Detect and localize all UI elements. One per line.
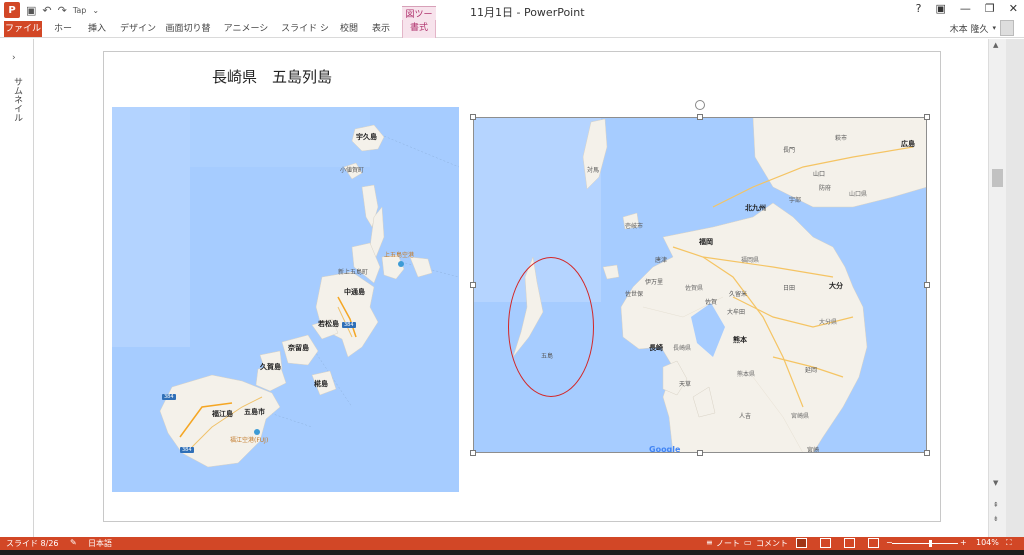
window-controls: ? ▣ — ❐ ✕ [916, 2, 1018, 15]
minimize-button[interactable]: — [960, 2, 971, 15]
tab-design[interactable]: デザイン [120, 21, 156, 37]
slide-show-button[interactable] [868, 538, 879, 548]
next-slide-icon[interactable]: ⇟ [993, 515, 999, 523]
annotation-ellipse[interactable] [508, 257, 594, 397]
label-shinkamigoto: 新上五島町 [338, 269, 369, 276]
scroll-thumb[interactable] [992, 169, 1003, 187]
tab-file[interactable]: ファイル [4, 21, 42, 37]
tab-insert[interactable]: 挿入 [86, 21, 108, 37]
resize-handle-s[interactable] [697, 450, 703, 456]
title-bar: P ▣ ↶ ↷ Tap ⌄ 図ツール 11月1日 - PowerPoint ? … [0, 0, 1024, 33]
label-nakadori: 中通島 [344, 288, 365, 296]
slide-sorter-button[interactable] [820, 538, 831, 548]
fit-slide-icon[interactable]: ⛶ [1006, 538, 1012, 548]
goto-islands-map-graphic [112, 107, 459, 492]
slide-title[interactable]: 長崎県 五島列島 [212, 66, 332, 87]
resize-handle-w[interactable] [470, 282, 476, 288]
reading-view-button[interactable] [844, 538, 855, 548]
road-shield: 384 [182, 447, 192, 453]
powerpoint-logo-icon: P [4, 2, 20, 18]
chevron-down-icon: ▾ [992, 24, 996, 32]
label-fukue-airport: 福江空港(FUJ) [230, 437, 269, 444]
road-shield: 384 [344, 322, 354, 328]
zoom-in-button[interactable]: + [960, 538, 967, 547]
restore-button[interactable]: ❐ [985, 2, 995, 15]
slide-counter[interactable]: スライド 8/26 [6, 538, 59, 549]
label-goto-city: 五島市 [244, 408, 265, 416]
label-kamigoto-airport: 上五島空港 [384, 252, 415, 259]
ribbon-display-options-button[interactable]: ▣ [936, 2, 946, 15]
thumbnail-pane: › サムネイル [0, 39, 34, 537]
tab-review[interactable]: 校閲 [338, 21, 360, 37]
quick-access-toolbar: P ▣ ↶ ↷ Tap ⌄ [4, 2, 99, 18]
resize-handle-se[interactable] [924, 450, 930, 456]
resize-handle-nw[interactable] [470, 114, 476, 120]
workspace: › サムネイル 長崎県 五島列島 宇久島 小値賀町 上五島空港 新上五島町 中通… [0, 39, 1024, 537]
resize-handle-ne[interactable] [924, 114, 930, 120]
slide-canvas[interactable]: 長崎県 五島列島 宇久島 小値賀町 上五島空港 新上五島町 中通島 若松島 奈留… [103, 51, 941, 522]
label-ojika: 小値賀町 [340, 167, 365, 174]
resize-handle-n[interactable] [697, 114, 703, 120]
rotate-handle[interactable] [695, 100, 705, 110]
language-indicator[interactable]: 日本語 [88, 538, 112, 549]
vertical-scrollbar[interactable]: ▲ ▼ ⇞ ⇟ [988, 39, 1006, 537]
goto-islands-map[interactable]: 宇久島 小値賀町 上五島空港 新上五島町 中通島 若松島 奈留島 久賀島 椛島 … [112, 107, 459, 492]
zoom-slider[interactable] [892, 543, 958, 544]
powerpoint-window: P ▣ ↶ ↷ Tap ⌄ 図ツール 11月1日 - PowerPoint ? … [0, 0, 1024, 555]
taskbar [0, 550, 1024, 555]
expand-thumbnails-icon[interactable]: › [12, 53, 16, 63]
redo-icon[interactable]: ↷ [58, 4, 67, 17]
label-hisaka: 久賀島 [260, 363, 281, 371]
label-ukujima: 宇久島 [356, 133, 377, 141]
resize-handle-e[interactable] [924, 282, 930, 288]
thumbnail-label: サムネイル [12, 77, 22, 122]
ribbon-tabs: ファイル ホーム 挿入 デザイン 画面切り替え アニメーション スライド ショー… [0, 20, 1024, 50]
scroll-down-icon[interactable]: ▼ [993, 479, 998, 487]
road-shield: 384 [164, 394, 174, 400]
user-name: 木本 隆久 [949, 24, 989, 35]
tab-transitions[interactable]: 画面切り替え [164, 21, 212, 50]
label-kabashima: 椛島 [314, 380, 328, 388]
avatar [1000, 20, 1014, 36]
close-button[interactable]: ✕ [1009, 2, 1018, 15]
tab-slide-show[interactable]: スライド ショー [280, 21, 330, 50]
notes-icon[interactable]: ≡ [706, 538, 713, 547]
user-account[interactable]: 木本 隆久 ▾ [950, 20, 1014, 36]
save-icon[interactable]: ▣ [26, 4, 36, 17]
resize-handle-sw[interactable] [470, 450, 476, 456]
tab-view[interactable]: 表示 [370, 21, 392, 37]
qat-customize-icon[interactable]: ⌄ [92, 6, 99, 15]
tab-format[interactable]: 書式 [402, 20, 436, 38]
label-naru: 奈留島 [288, 344, 309, 352]
touch-mode-icon[interactable]: Tap [73, 6, 87, 15]
help-button[interactable]: ? [916, 2, 922, 15]
spell-check-icon[interactable]: ✎ [70, 538, 77, 547]
zoom-level[interactable]: 104% [976, 538, 999, 547]
picture-tools-context-header: 図ツール [402, 6, 436, 33]
notes-button[interactable]: ノート [716, 538, 740, 549]
tab-animations[interactable]: アニメーション [222, 21, 270, 50]
scroll-up-icon[interactable]: ▲ [993, 41, 998, 49]
previous-slide-icon[interactable]: ⇞ [993, 501, 999, 509]
status-bar: スライド 8/26 ✎ 日本語 ≡ ノート ▭ コメント − + 104% ⛶ [0, 537, 1024, 550]
comment-icon[interactable]: ▭ [744, 538, 752, 547]
slide-editor: 長崎県 五島列島 宇久島 小値賀町 上五島空港 新上五島町 中通島 若松島 奈留… [34, 39, 1006, 537]
undo-icon[interactable]: ↶ [42, 4, 51, 17]
zoom-slider-thumb[interactable] [929, 540, 932, 547]
comments-button[interactable]: コメント [756, 538, 788, 549]
label-fukue: 福江島 [212, 410, 233, 418]
tab-home[interactable]: ホーム [50, 21, 76, 50]
normal-view-button[interactable] [796, 538, 807, 548]
label-wakamatsu: 若松島 [318, 320, 339, 328]
window-title: 11月1日 - PowerPoint [470, 6, 585, 19]
